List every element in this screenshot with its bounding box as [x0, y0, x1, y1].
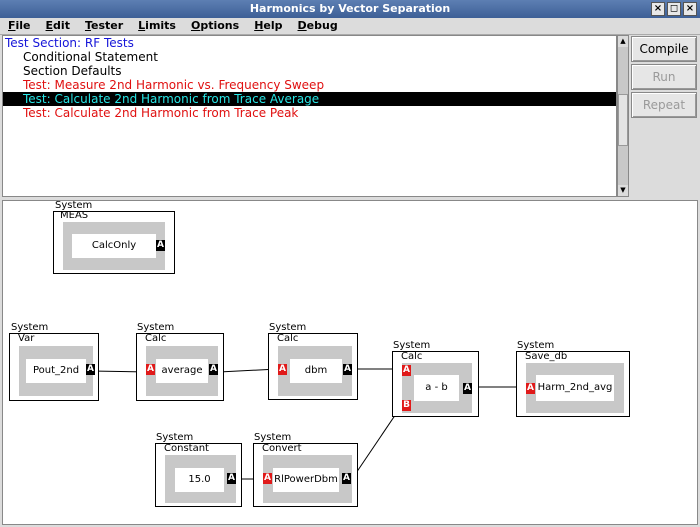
node-name: Pout_2nd — [26, 359, 86, 383]
node-name: 15.0 — [175, 468, 224, 492]
node-type-label: Calc — [277, 333, 299, 344]
menu-file[interactable]: File — [0, 18, 38, 34]
output-port[interactable]: A — [342, 473, 351, 484]
node-system-label: System — [269, 322, 307, 333]
repeat-button[interactable]: Repeat — [631, 92, 697, 118]
node-type-label: Save_db — [525, 351, 568, 362]
output-port[interactable]: A — [463, 383, 472, 394]
menu-options[interactable]: Options — [183, 18, 246, 34]
node-system-label: System — [517, 340, 555, 351]
node-type-label: Calc — [401, 351, 423, 362]
window-title: Harmonics by Vector Separation — [249, 2, 451, 15]
node-system-label: System — [137, 322, 175, 333]
menu-debug[interactable]: Debug — [290, 18, 345, 34]
input-port[interactable]: A — [278, 364, 287, 375]
node-name: a - b — [414, 375, 459, 401]
output-port[interactable]: A — [209, 364, 218, 375]
scroll-up-icon[interactable]: ▲ — [618, 36, 628, 47]
input-port-a[interactable]: A — [402, 365, 411, 376]
node-name: Harm_2nd_avg — [536, 375, 614, 401]
list-item-test-selected[interactable]: Test: Calculate 2nd Harmonic from Trace … — [3, 92, 616, 106]
menu-tester[interactable]: Tester — [77, 18, 130, 34]
list-item-defaults[interactable]: Section Defaults — [3, 64, 616, 78]
node-type-label: Convert — [262, 443, 302, 454]
node-convert[interactable]: Convert A RlPowerDbm A — [253, 443, 358, 507]
test-tree[interactable]: Test Section: RF Tests Conditional State… — [2, 35, 617, 197]
node-meas[interactable]: MEAS CalcOnly A — [53, 211, 175, 274]
node-type-label: MEAS — [60, 210, 89, 221]
flow-canvas[interactable]: System MEAS CalcOnly A System Var Pout_2… — [2, 200, 698, 525]
input-port[interactable]: A — [263, 473, 272, 484]
node-type-label: Var — [18, 333, 35, 344]
input-port[interactable]: A — [146, 364, 155, 375]
node-name: CalcOnly — [72, 234, 156, 258]
list-item-conditional[interactable]: Conditional Statement — [3, 50, 616, 64]
list-item-section[interactable]: Test Section: RF Tests — [3, 36, 616, 50]
node-system-label: System — [393, 340, 431, 351]
output-port[interactable]: A — [86, 364, 95, 375]
menu-limits[interactable]: Limits — [130, 18, 183, 34]
node-var[interactable]: Var Pout_2nd A — [9, 333, 99, 401]
vertical-scrollbar[interactable]: ▲ ▼ — [617, 35, 629, 197]
close-icon[interactable]: × — [683, 2, 697, 16]
minimize-icon[interactable]: × — [651, 2, 665, 16]
node-save-db[interactable]: Save_db A Harm_2nd_avg — [516, 351, 630, 417]
input-port[interactable]: A — [526, 383, 535, 394]
scroll-down-icon[interactable]: ▼ — [618, 185, 628, 196]
node-type-label: Constant — [164, 443, 209, 454]
compile-button[interactable]: Compile — [631, 36, 697, 62]
list-item-test[interactable]: Test: Calculate 2nd Harmonic from Trace … — [3, 106, 616, 120]
scrollbar-thumb[interactable] — [618, 94, 628, 146]
output-port[interactable]: A — [343, 364, 352, 375]
input-port-b[interactable]: B — [402, 400, 411, 411]
node-system-label: System — [156, 432, 194, 443]
node-calc-dbm[interactable]: Calc A dbm A — [268, 333, 358, 400]
menu-help[interactable]: Help — [246, 18, 289, 34]
node-name: RlPowerDbm — [273, 468, 339, 492]
node-type-label: Calc — [145, 333, 167, 344]
node-name: dbm — [290, 359, 342, 383]
run-button[interactable]: Run — [631, 64, 697, 90]
list-item-test[interactable]: Test: Measure 2nd Harmonic vs. Frequency… — [3, 78, 616, 92]
window-titlebar[interactable]: Harmonics by Vector Separation × ◻ × — [0, 0, 700, 18]
output-port[interactable]: A — [227, 473, 236, 484]
node-calc-subtract[interactable]: Calc A a - b A B — [392, 351, 479, 417]
node-constant[interactable]: Constant 15.0 A — [155, 443, 242, 507]
menu-edit[interactable]: Edit — [38, 18, 77, 34]
node-system-label: System — [11, 322, 49, 333]
node-system-label: System — [254, 432, 292, 443]
maximize-icon[interactable]: ◻ — [667, 2, 681, 16]
menu-bar: File Edit Tester Limits Options Help Deb… — [0, 18, 700, 35]
node-calc-average[interactable]: Calc A average A — [136, 333, 224, 401]
node-name: average — [156, 359, 208, 383]
output-port[interactable]: A — [156, 240, 165, 251]
